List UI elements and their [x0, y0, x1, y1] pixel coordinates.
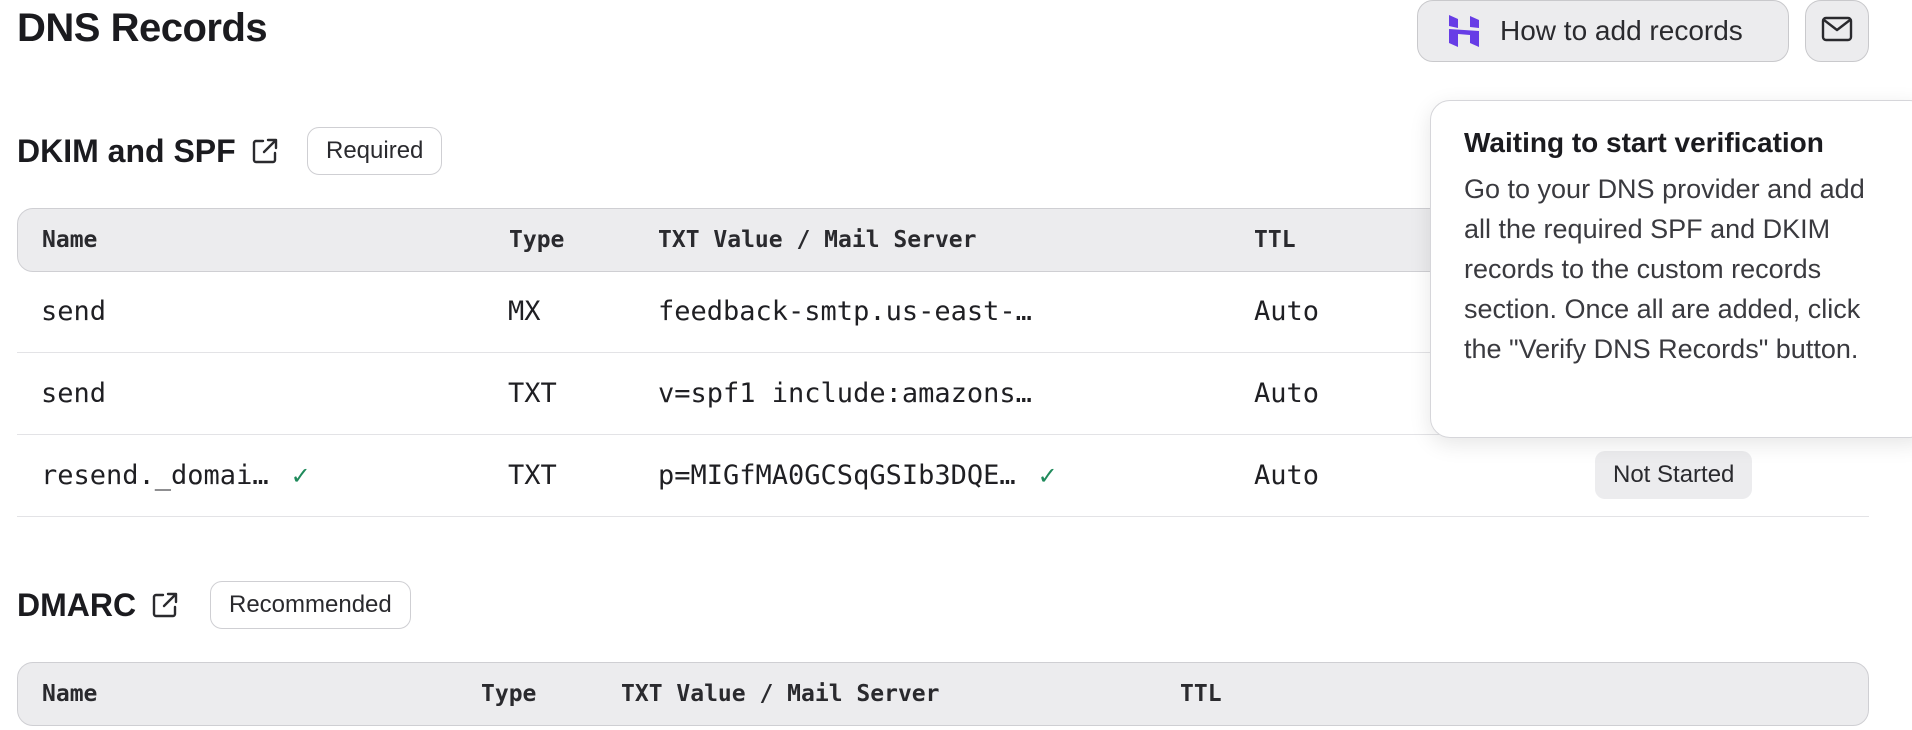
how-to-add-records-label: How to add records [1500, 15, 1743, 46]
record-type: TXT [508, 378, 557, 409]
column-header-ttl: TTL [1254, 227, 1296, 253]
hostinger-logo-icon [1446, 13, 1482, 49]
how-to-add-records-button[interactable]: How to add records [1417, 0, 1789, 62]
column-header-name: Name [42, 681, 98, 707]
check-icon: ✓ [1037, 461, 1058, 490]
dkim-spf-title-text: DKIM and SPF [17, 132, 236, 169]
column-header-name: Name [42, 227, 98, 253]
record-type: MX [508, 296, 541, 327]
record-name: send [41, 378, 107, 409]
record-value[interactable]: v=spf1 include:amazons… [658, 353, 1032, 434]
external-link-icon[interactable] [250, 136, 280, 166]
tooltip-title: Waiting to start verification [1464, 127, 1824, 158]
dmarc-section-title: DMARC [17, 582, 180, 628]
record-ttl: Auto [1254, 378, 1320, 409]
record-value[interactable]: p=MIGfMA0GCSqGSIb3DQE… [658, 460, 1016, 491]
column-header-type: Type [481, 681, 537, 707]
record-ttl: Auto [1254, 460, 1320, 491]
column-header-value: TXT Value / Mail Server [658, 227, 977, 253]
check-icon: ✓ [290, 461, 311, 490]
record-name-cell: resend._domai… ✓ [41, 435, 311, 516]
record-type: TXT [508, 460, 557, 491]
required-badge: Required [307, 127, 443, 175]
table-row: resend._domai… ✓ TXT p=MIGfMA0GCSqGSIb3D… [17, 435, 1869, 517]
recommended-badge: Recommended [210, 581, 411, 629]
dmarc-table-header: Name Type TXT Value / Mail Server TTL [17, 662, 1869, 726]
status-badge: Not Started [1595, 451, 1753, 499]
dkim-spf-section-title: DKIM and SPF [17, 128, 280, 174]
external-link-icon[interactable] [150, 590, 180, 620]
column-header-type: Type [509, 227, 565, 253]
record-value[interactable]: feedback-smtp.us-east-… [658, 271, 1032, 352]
dmarc-title-text: DMARC [17, 586, 137, 623]
mail-button[interactable] [1805, 0, 1869, 62]
tooltip-body: Go to your DNS provider and add all the … [1464, 174, 1865, 364]
column-header-ttl: TTL [1180, 681, 1222, 707]
page-title: DNS Records [17, 6, 268, 50]
mail-icon [1821, 16, 1853, 47]
column-header-value: TXT Value / Mail Server [621, 681, 940, 707]
record-name[interactable]: resend._domai… [41, 460, 269, 491]
record-value-cell: p=MIGfMA0GCSqGSIb3DQE… ✓ [658, 435, 1058, 516]
record-ttl: Auto [1254, 296, 1320, 327]
record-name: send [41, 296, 107, 327]
verification-tooltip: Waiting to start verification Go to your… [1430, 100, 1912, 438]
